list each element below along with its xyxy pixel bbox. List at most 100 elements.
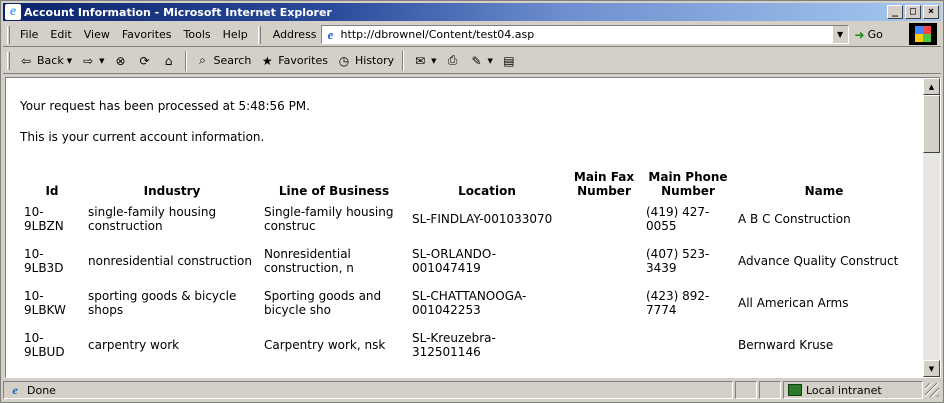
intranet-zone-icon [788,384,802,396]
go-arrow-icon: ➜ [854,27,865,42]
header-industry: Industry [143,184,201,198]
cell-phone: (407) 523-3439 [646,247,710,275]
cell-line-of-business: Nonresidential construction, n [264,247,354,275]
favorites-icon: ★ [261,53,273,68]
address-field[interactable]: e http://dbrownel/Content/test04.asp ▼ [320,25,849,44]
cell-industry: single-family housing construction [88,205,217,233]
go-label: Go [867,28,883,41]
cell-line-of-business: Carpentry work, nsk [264,338,386,352]
back-button[interactable]: ⇦ Back ▼ [14,53,76,69]
header-main-phone: Main Phone Number [648,170,728,198]
cell-industry: carpentry work [88,338,180,352]
status-bar: e Done Local intranet [3,380,941,400]
maximize-button[interactable]: □ [905,5,921,19]
back-arrow-icon: ⇦ [20,53,32,68]
title-bar[interactable]: e Account Information - Microsoft Intern… [3,3,941,21]
scroll-down-button[interactable]: ▼ [923,360,940,377]
header-line-of-business: Line of Business [278,184,390,198]
scroll-thumb[interactable] [923,95,940,153]
cell-phone: (419) 427-0055 [646,205,710,233]
menu-favorites[interactable]: Favorites [116,28,178,41]
cell-name: Bernward Kruse [738,338,834,352]
refresh-button[interactable]: ⟳ [133,53,157,69]
table-header-row: Id Industry Line of Business Location Ma… [20,166,914,198]
throbber [909,23,937,45]
address-grip[interactable] [257,25,261,44]
home-icon: ⌂ [164,53,173,68]
window-controls: _ □ × [885,5,939,19]
favorites-button[interactable]: ★ Favorites [255,53,332,69]
page-icon: e [327,26,334,42]
cell-phone: (423) 892-7774 [646,289,710,317]
toolbar-separator [402,50,405,71]
chevron-down-icon[interactable]: ▼ [99,57,104,65]
toolbar-grip[interactable] [7,25,10,44]
cell-name: A B C Construction [738,212,851,226]
cell-name: All American Arms [738,296,849,310]
security-zone-panel: Local intranet [783,381,923,399]
browser-window: e Account Information - Microsoft Intern… [0,0,944,403]
page-content: Your request has been processed at 5:48:… [6,78,922,377]
menu-view[interactable]: View [78,28,116,41]
standard-toolbar: ⇦ Back ▼ ⇨ ▼ ⊗ ⟳ ⌂ ⌕ Search ★ Favorites … [3,48,941,74]
back-label: Back [37,54,64,67]
header-name: Name [804,184,844,198]
chevron-down-icon[interactable]: ▼ [67,57,72,65]
toolbar-grip-2[interactable] [7,51,10,70]
header-location: Location [458,184,516,198]
scroll-up-button[interactable]: ▲ [923,78,940,95]
status-panel [735,381,757,399]
discuss-button[interactable]: ▤ [497,53,521,69]
close-button[interactable]: × [923,5,939,19]
edit-button[interactable]: ✎ ▼ [465,53,497,69]
header-id: Id [45,184,59,198]
page-done-icon: e [12,382,18,397]
menu-file[interactable]: File [14,28,44,41]
address-value: http://dbrownel/Content/test04.asp [340,28,535,41]
favorites-label: Favorites [278,54,328,67]
home-button[interactable]: ⌂ [157,53,181,69]
address-dropdown-button[interactable]: ▼ [831,26,848,43]
chevron-down-icon[interactable]: ▼ [431,57,436,65]
status-main-panel: e Done [3,381,733,399]
vertical-scrollbar[interactable]: ▲ ▼ [923,78,940,377]
table-row: 10-9LBUD carpentry work Carpentry work, … [20,324,914,366]
print-icon: ⎙ [447,53,458,67]
cell-line-of-business: Sporting goods and bicycle sho [264,289,382,317]
cell-id: 10-9LBUD [24,331,65,359]
mail-button[interactable]: ✉ ▼ [408,53,440,69]
cell-industry: nonresidential construction [88,254,252,268]
stop-icon: ⊗ [115,53,126,68]
status-text: Done [27,383,56,397]
cell-location: SL-CHATTANOOGA-001042253 [412,289,527,317]
search-button[interactable]: ⌕ Search [191,53,256,69]
cell-id: 10-9LBZN [24,205,64,233]
cell-id: 10-9LBKW [24,289,66,317]
cell-line-of-business: Single-family housing construc [264,205,394,233]
cell-fax [566,198,642,240]
history-label: History [355,54,395,67]
menu-help[interactable]: Help [217,28,254,41]
menu-tools[interactable]: Tools [178,28,217,41]
cell-phone [642,324,734,366]
history-button[interactable]: ◷ History [332,53,398,69]
account-table: Id Industry Line of Business Location Ma… [20,166,914,366]
header-main-fax: Main Fax Number [573,170,635,198]
account-info-message: This is your current account information… [20,130,265,144]
resize-grip[interactable] [925,383,939,397]
table-row: 10-9LBZN single-family housing construct… [20,198,914,240]
forward-button[interactable]: ⇨ ▼ [76,53,108,69]
address-label: Address [272,28,317,41]
print-button[interactable]: ⎙ [441,53,465,69]
edit-icon: ✎ [471,53,482,68]
cell-fax [566,240,642,282]
chevron-down-icon[interactable]: ▼ [488,57,493,65]
menu-edit[interactable]: Edit [44,28,77,41]
stop-button[interactable]: ⊗ [109,53,133,69]
ie-logo-icon: e [5,4,21,20]
search-label: Search [213,54,252,67]
cell-id: 10-9LB3D [24,247,64,275]
minimize-button[interactable]: _ [887,5,903,19]
go-button[interactable]: ➜ Go [855,28,883,42]
window-title: Account Information - Microsoft Internet… [24,5,332,19]
